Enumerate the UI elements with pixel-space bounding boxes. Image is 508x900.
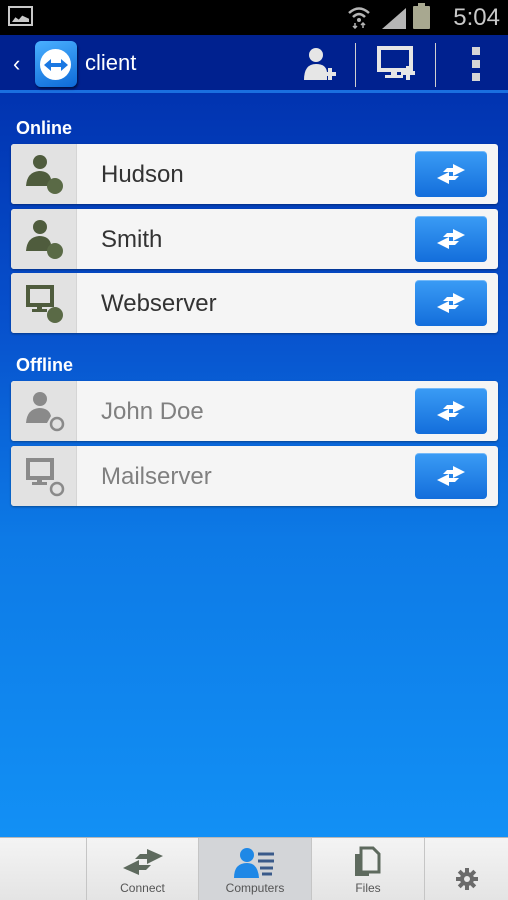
connect-arrows-icon [437, 164, 465, 184]
add-user-icon [304, 48, 336, 80]
files-icon [355, 846, 381, 876]
section-header-offline: Offline [16, 355, 73, 375]
gallery-notification-icon [8, 6, 33, 26]
tab-empty [0, 838, 87, 900]
add-computer-button[interactable] [362, 35, 432, 93]
tab-label: Files [355, 881, 381, 895]
action-bar: ‹ client [0, 35, 508, 93]
connect-button[interactable] [415, 216, 487, 262]
connect-arrows-icon [437, 466, 465, 486]
clock: 5:04 [453, 4, 500, 31]
contact-online-icon [11, 144, 77, 204]
section-header-online: Online [16, 118, 73, 138]
list-item[interactable]: Mailserver [11, 446, 498, 506]
tab-label: Connect [120, 881, 165, 895]
item-name: Smith [101, 226, 163, 253]
logo-arrows-icon [40, 49, 71, 80]
connect-button[interactable] [415, 280, 487, 326]
item-name: Hudson [101, 161, 184, 188]
computers-list: Online Hudson Smith Webserver Offline Jo… [0, 93, 508, 837]
connect-arrows-icon [122, 849, 163, 875]
divider [435, 43, 436, 87]
wifi-icon [348, 7, 370, 29]
computer-online-icon [11, 273, 77, 333]
tab-label: Computers [225, 881, 285, 895]
connect-button[interactable] [415, 151, 487, 197]
tab-connect[interactable]: Connect [87, 838, 199, 900]
signal-icon [382, 8, 406, 29]
contact-online-icon [11, 209, 77, 269]
tab-computers[interactable]: Computers [199, 838, 312, 900]
list-item[interactable]: John Doe [11, 381, 498, 441]
list-item[interactable]: Hudson [11, 144, 498, 204]
computer-offline-icon [11, 446, 77, 506]
connect-arrows-icon [437, 401, 465, 421]
add-contact-button[interactable] [290, 35, 352, 93]
bottom-tab-bar: Connect Computers Files [0, 837, 508, 900]
page-title: client [85, 50, 137, 75]
add-computer-icon [377, 46, 415, 80]
list-item[interactable]: Webserver [11, 273, 498, 333]
divider [355, 43, 356, 87]
connect-arrows-icon [437, 293, 465, 313]
list-item[interactable]: Smith [11, 209, 498, 269]
connect-button[interactable] [415, 453, 487, 499]
contact-offline-icon [11, 381, 77, 441]
settings-gear-icon [455, 867, 478, 890]
item-name: Mailserver [101, 463, 212, 490]
overflow-menu-button[interactable] [446, 35, 506, 93]
more-vert-icon [472, 47, 480, 81]
item-name: John Doe [101, 398, 204, 425]
tab-files[interactable]: Files [312, 838, 425, 900]
computers-contacts-icon [234, 848, 274, 878]
battery-icon [413, 3, 430, 29]
settings-button[interactable] [425, 838, 508, 900]
status-bar: 5:04 [0, 0, 508, 35]
teamviewer-logo[interactable] [35, 41, 77, 87]
connect-arrows-icon [437, 229, 465, 249]
connect-button[interactable] [415, 388, 487, 434]
back-button[interactable]: ‹ [13, 51, 20, 77]
item-name: Webserver [101, 290, 217, 317]
